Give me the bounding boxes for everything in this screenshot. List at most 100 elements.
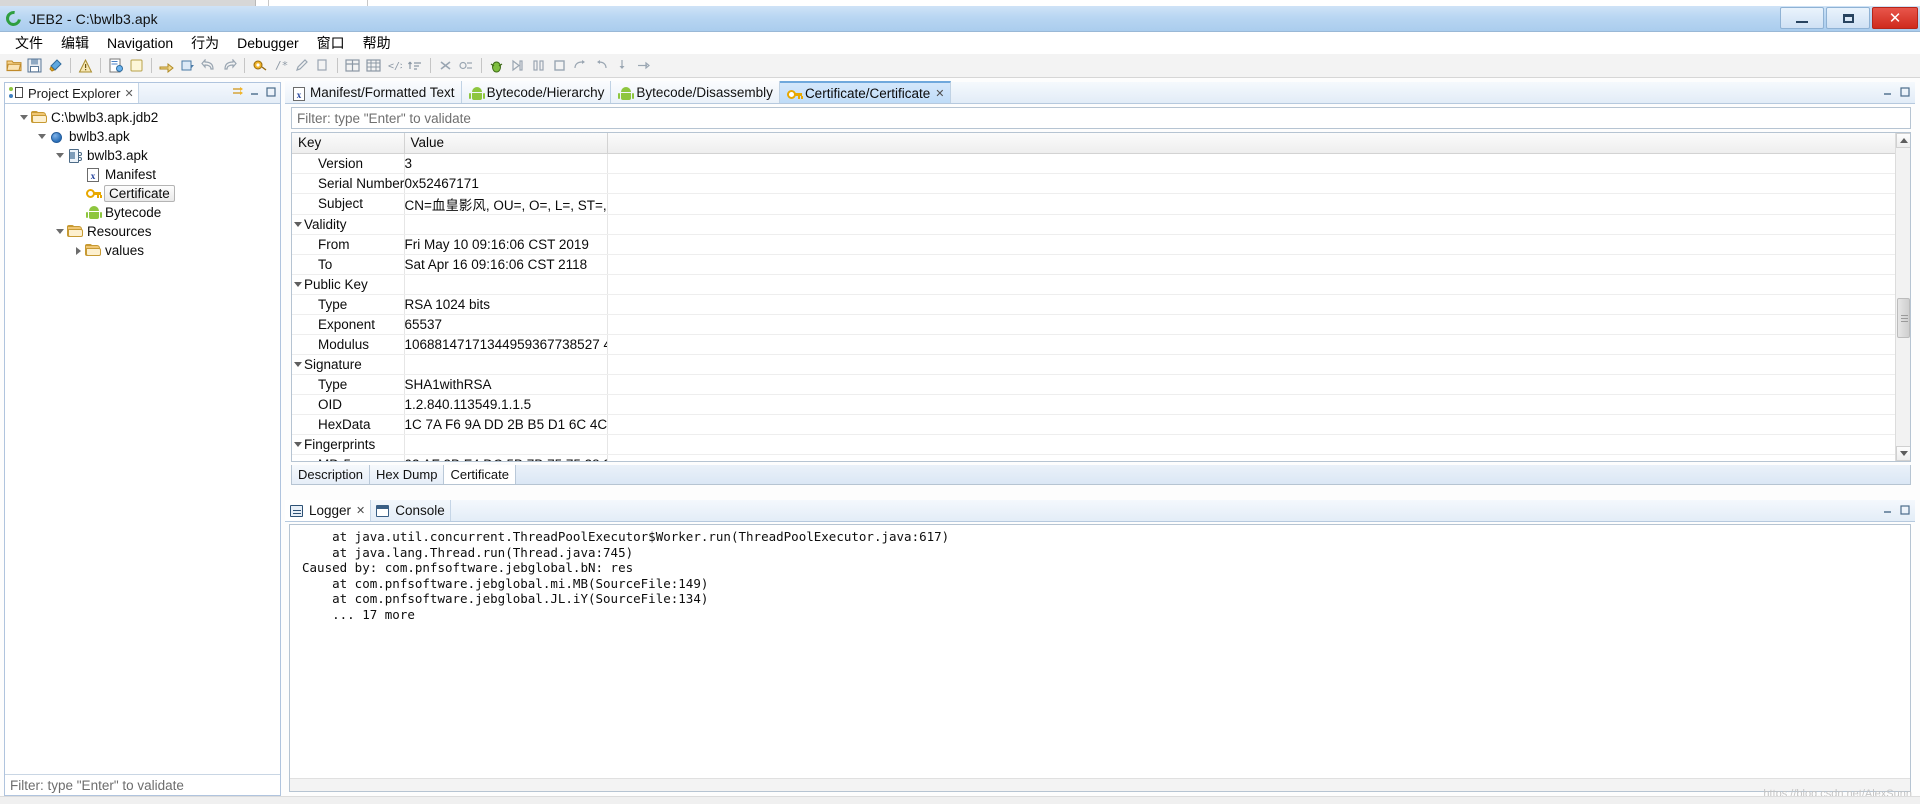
expand-arrow-icon[interactable] <box>292 281 304 287</box>
minimize-icon[interactable] <box>248 85 261 98</box>
menu-file[interactable]: 文件 <box>6 31 52 55</box>
tree-item-project-root[interactable]: C:\bwlb3.apk.jdb2 <box>5 108 280 127</box>
tree-item-values[interactable]: values <box>5 241 280 260</box>
minimize-button[interactable] <box>1780 7 1824 29</box>
tab-hex-dump[interactable]: Hex Dump <box>370 465 445 484</box>
table-view-icon[interactable] <box>364 56 383 75</box>
grid-view-icon[interactable] <box>343 56 362 75</box>
project-tree[interactable]: C:\bwlb3.apk.jdb2 bwlb3.apk bwlb3.apk x <box>5 104 280 774</box>
menu-navigation[interactable]: Navigation <box>98 33 182 53</box>
tree-item-bytecode[interactable]: Bytecode <box>5 203 280 222</box>
tab-bytecode-hierarchy[interactable]: Bytecode/Hierarchy <box>461 81 612 103</box>
cleanup-icon[interactable] <box>46 56 65 75</box>
tab-certificate-certificate[interactable]: Certificate/Certificate ✕ <box>779 81 952 103</box>
back-arrow-icon[interactable] <box>199 56 218 75</box>
scroll-down-button[interactable] <box>1896 446 1910 461</box>
collapse-all-icon[interactable] <box>232 85 245 98</box>
maximize-icon[interactable] <box>264 85 277 98</box>
table-row-group[interactable]: Signature <box>292 354 1910 375</box>
tree-item-manifest[interactable]: x Manifest <box>5 165 280 184</box>
tab-description[interactable]: Description <box>292 465 371 484</box>
table-row[interactable]: Version 3 <box>292 153 1910 174</box>
open-folder-icon[interactable] <box>4 56 23 75</box>
logger-output[interactable]: at java.util.concurrent.ThreadPoolExecut… <box>289 524 1911 792</box>
table-row[interactable]: HexData 1C 7A F6 9A DD 2B B5 D1 6C 4C 1 <box>292 414 1910 435</box>
close-icon[interactable]: ✕ <box>935 87 944 100</box>
scroll-up-button[interactable] <box>1896 133 1910 148</box>
close-icon[interactable]: ✕ <box>356 504 365 517</box>
close-button[interactable]: ✕ <box>1872 7 1918 29</box>
maximize-icon[interactable] <box>1898 503 1911 516</box>
tab-certificate[interactable]: Certificate <box>444 465 516 484</box>
pause-icon[interactable] <box>529 56 548 75</box>
tab-manifest-formatted-text[interactable]: x Manifest/Formatted Text <box>285 81 462 103</box>
maximize-icon[interactable] <box>1898 85 1911 98</box>
certificate-filter-input[interactable]: Filter: type "Enter" to validate <box>291 107 1911 129</box>
table-row-group[interactable]: Fingerprints <box>292 434 1910 455</box>
tree-item-apk-package[interactable]: bwlb3.apk <box>5 146 280 165</box>
table-row-group[interactable]: Validity <box>292 214 1910 235</box>
resume-icon[interactable] <box>634 56 653 75</box>
menu-window[interactable]: 窗口 <box>308 31 354 55</box>
stop-icon[interactable] <box>550 56 569 75</box>
table-row[interactable]: Serial Number 0x52467171 <box>292 173 1910 194</box>
table-row[interactable]: MD-5 02 AF 3B F4 DC 5B 7B 75 75 38 38 <box>292 454 1910 461</box>
run-icon[interactable] <box>508 56 527 75</box>
code-view-icon[interactable]: </> <box>385 56 404 75</box>
scrollbar-thumb[interactable] <box>1897 298 1910 338</box>
bug-clear-icon[interactable] <box>436 56 455 75</box>
table-row[interactable]: Type RSA 1024 bits <box>292 294 1910 315</box>
table-row[interactable]: Type SHA1withRSA <box>292 374 1910 395</box>
forward-arrow-icon[interactable] <box>220 56 239 75</box>
expand-arrow-icon[interactable] <box>17 108 31 127</box>
menu-help[interactable]: 帮助 <box>354 31 400 55</box>
table-row[interactable]: From Fri May 10 09:16:06 CST 2019 <box>292 234 1910 255</box>
menu-action[interactable]: 行为 <box>182 31 228 55</box>
minimize-icon[interactable] <box>1881 503 1894 516</box>
comment-icon[interactable]: /* <box>271 56 290 75</box>
step-over-icon[interactable] <box>571 56 590 75</box>
save-icon[interactable] <box>25 56 44 75</box>
breakpoint-icon[interactable] <box>457 56 476 75</box>
tab-console[interactable]: Console <box>371 500 451 521</box>
table-row[interactable]: Subject CN=血皇影风, OU=, O=, L=, ST=, C <box>292 193 1910 215</box>
tree-item-certificate[interactable]: Certificate <box>5 184 280 203</box>
logger-horizontal-scrollbar[interactable] <box>290 778 1910 791</box>
menu-debugger[interactable]: Debugger <box>228 33 308 53</box>
import-icon[interactable] <box>178 56 197 75</box>
expand-arrow-icon[interactable] <box>35 127 49 146</box>
edit-pencil-icon[interactable] <box>292 56 311 75</box>
sort-icon[interactable] <box>406 56 425 75</box>
tree-item-resources[interactable]: Resources <box>5 222 280 241</box>
expand-arrow-icon[interactable] <box>53 146 67 165</box>
certificate-table-scrollbar[interactable] <box>1895 133 1910 461</box>
column-header-key[interactable]: Key <box>292 133 405 154</box>
new-document-icon[interactable] <box>106 56 125 75</box>
notes-icon[interactable] <box>127 56 146 75</box>
tab-project-explorer[interactable]: Project Explorer ✕ <box>5 83 139 103</box>
table-row[interactable]: To Sat Apr 16 09:16:06 CST 2118 <box>292 254 1910 275</box>
minimize-icon[interactable] <box>1881 85 1894 98</box>
tab-logger[interactable]: Logger ✕ <box>285 500 372 521</box>
collapse-arrow-icon[interactable] <box>71 241 85 260</box>
debug-start-icon[interactable] <box>487 56 506 75</box>
close-icon[interactable]: ✕ <box>124 87 133 100</box>
expand-arrow-icon[interactable] <box>53 222 67 241</box>
expand-arrow-icon[interactable] <box>292 221 304 227</box>
settings-gear-icon[interactable] <box>250 56 269 75</box>
expand-arrow-icon[interactable] <box>292 361 304 367</box>
maximize-button[interactable] <box>1826 7 1870 29</box>
table-row[interactable]: OID 1.2.840.113549.1.1.5 <box>292 394 1910 415</box>
step-into-icon[interactable] <box>613 56 632 75</box>
export-icon[interactable] <box>157 56 176 75</box>
table-row-group[interactable]: Public Key <box>292 274 1910 295</box>
table-row[interactable]: Modulus 10688147171344959367738527 4 <box>292 334 1910 355</box>
expand-arrow-icon[interactable] <box>292 441 304 447</box>
tab-bytecode-disassembly[interactable]: Bytecode/Disassembly <box>611 81 780 103</box>
warning-icon[interactable] <box>76 56 95 75</box>
copy-icon[interactable] <box>313 56 332 75</box>
project-explorer-filter-input[interactable]: Filter: type "Enter" to validate <box>5 774 280 795</box>
menu-edit[interactable]: 编辑 <box>52 31 98 55</box>
table-row[interactable]: Exponent 65537 <box>292 314 1910 335</box>
step-return-icon[interactable] <box>592 56 611 75</box>
